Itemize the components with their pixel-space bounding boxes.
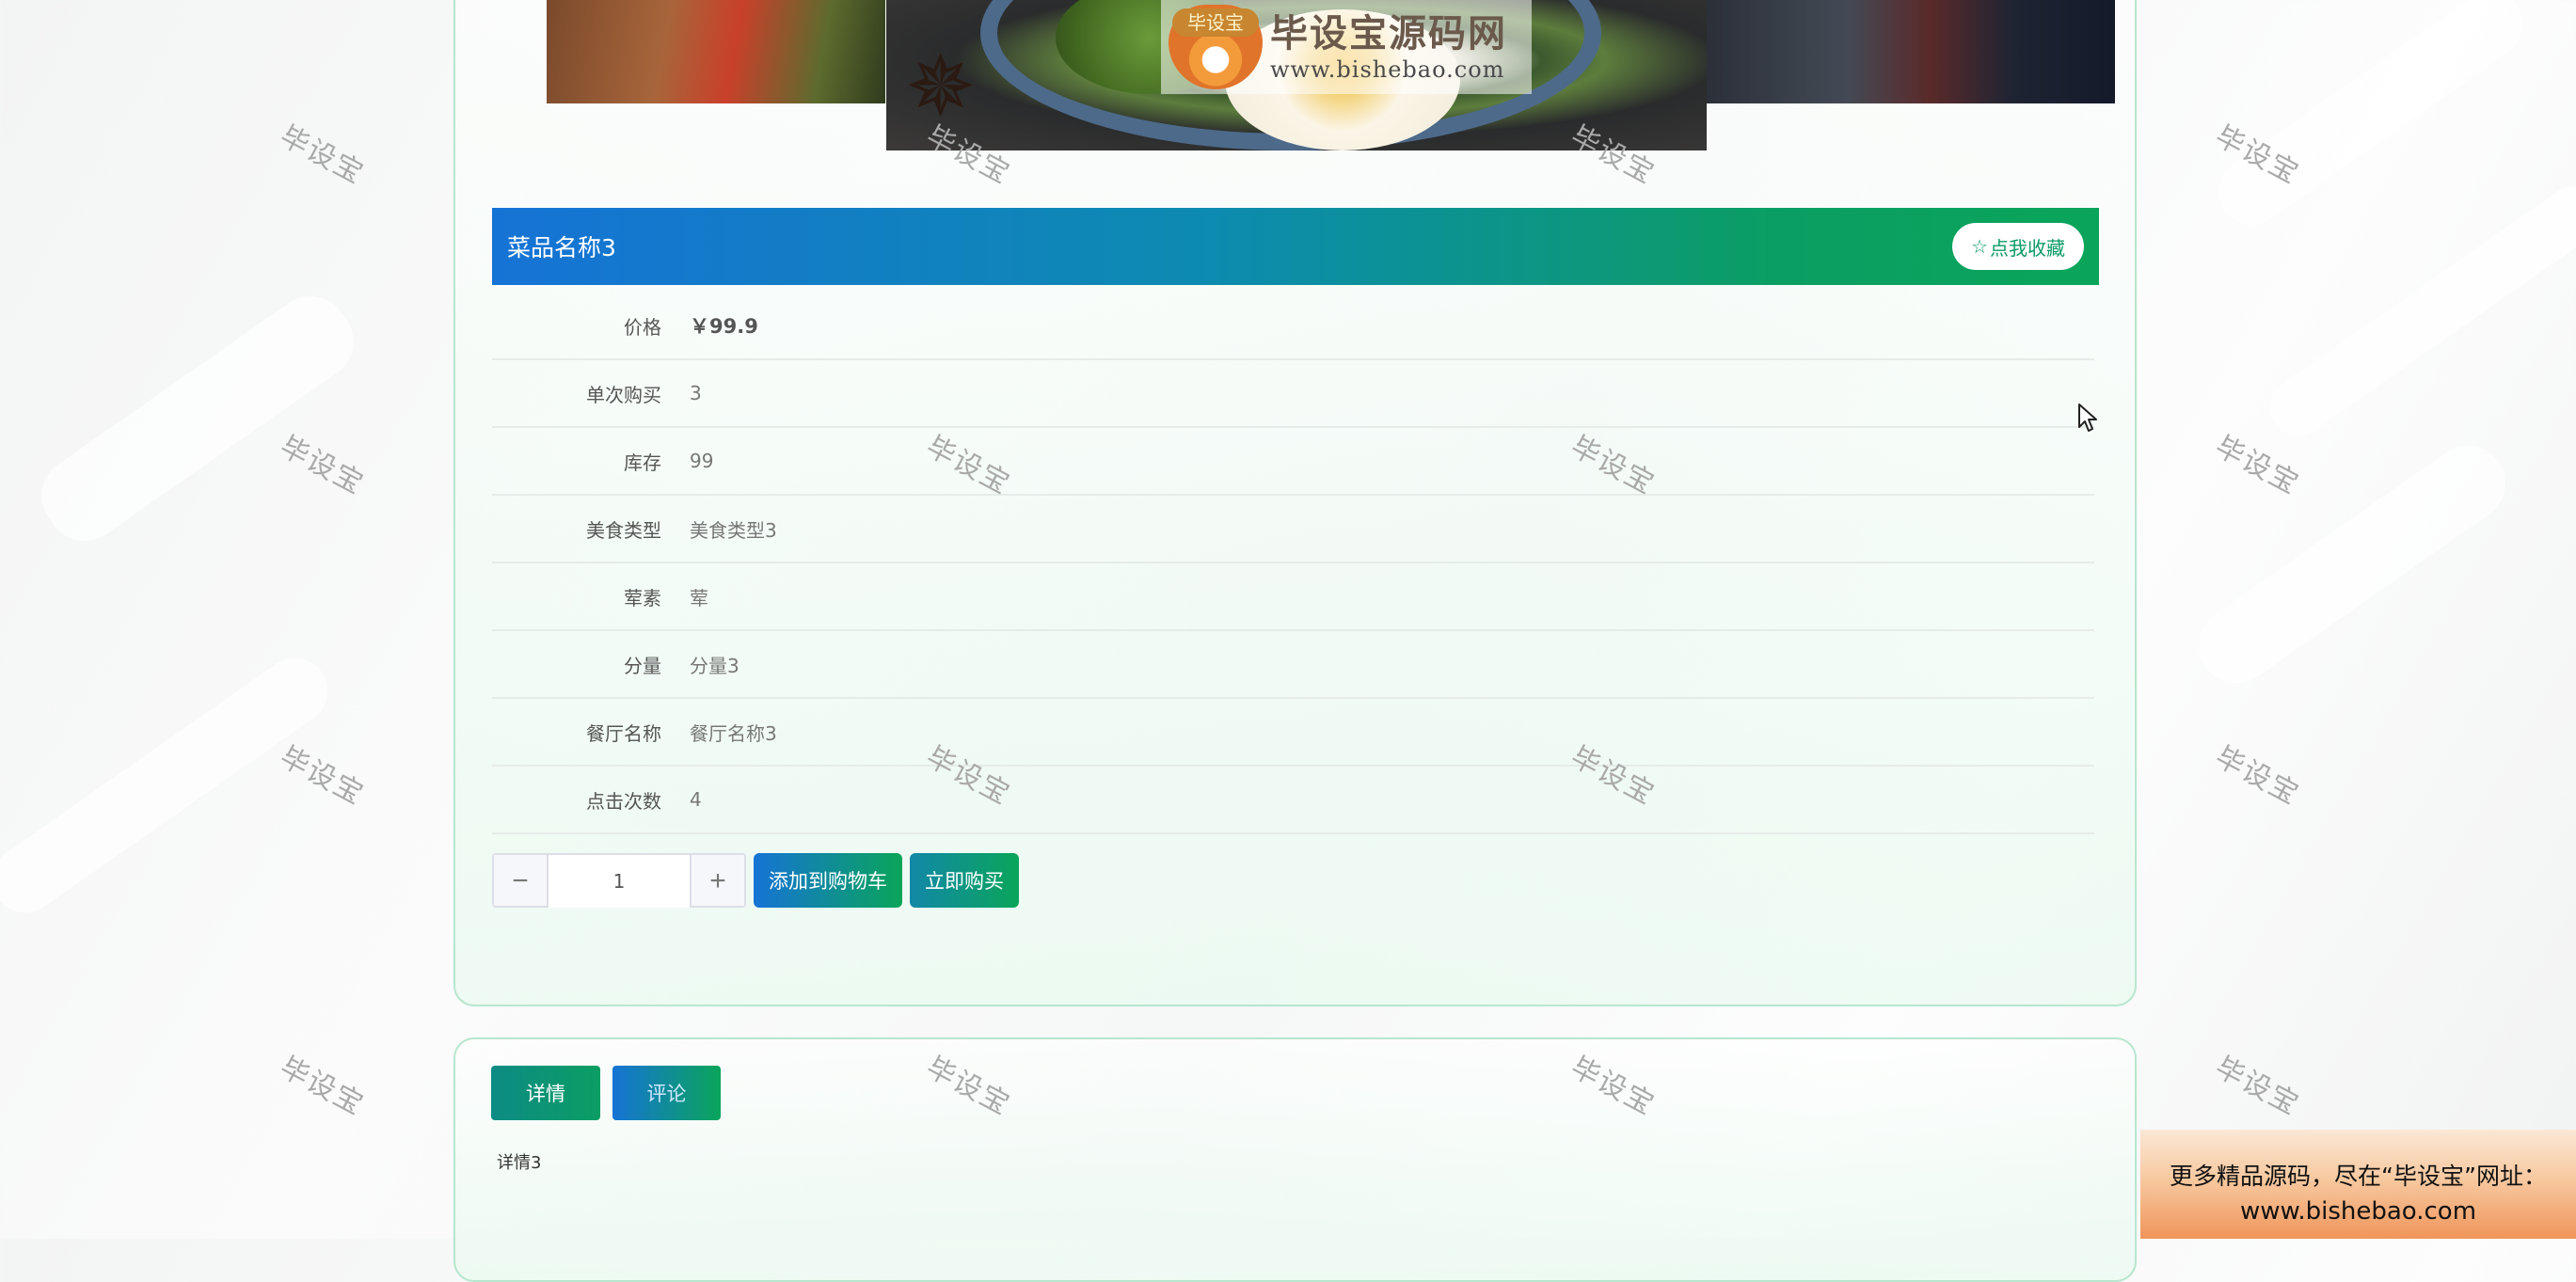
- star-anise-icon: ✵: [905, 38, 977, 136]
- star-outline-icon: ☆: [1971, 235, 1988, 258]
- increment-button[interactable]: +: [690, 855, 744, 906]
- logo-badge: 毕设宝: [1172, 8, 1259, 37]
- background-decoration: [2184, 431, 2520, 698]
- detail-content: 详情3: [497, 1153, 542, 1173]
- promo-url: www.bishebao.com: [2239, 1197, 2477, 1226]
- quantity-input[interactable]: [549, 855, 690, 908]
- info-value: 99: [690, 450, 714, 472]
- info-label: 点击次数: [586, 789, 661, 813]
- plus-icon: +: [709, 865, 726, 896]
- info-value: 4: [690, 788, 702, 811]
- product-info-table: 价格 ￥99.9 单次购买 3 库存 99 美食类型 美食类型3 荤素 荤 分量…: [492, 293, 2094, 834]
- info-label: 分量: [624, 654, 661, 677]
- product-title-bar: 菜品名称3 ☆ 点我收藏: [492, 208, 2099, 285]
- info-label: 荤素: [624, 586, 661, 609]
- info-row-meat-veg: 荤素 荤: [492, 563, 2094, 631]
- watermark: 毕设宝: [274, 119, 370, 192]
- favorite-label: 点我收藏: [1990, 236, 2065, 260]
- background-decoration: [2205, 0, 2536, 238]
- favorite-button[interactable]: ☆ 点我收藏: [1952, 223, 2084, 270]
- info-row-purchase-limit: 单次购买 3: [492, 360, 2094, 428]
- background-decoration: [0, 644, 342, 926]
- info-row-price: 价格 ￥99.9: [492, 293, 2094, 360]
- tab-comment[interactable]: 评论: [612, 1066, 721, 1120]
- carousel-image-prev[interactable]: [547, 0, 885, 103]
- info-value: 餐厅名称3: [690, 721, 777, 745]
- info-label: 库存: [624, 451, 661, 474]
- info-label: 单次购买: [586, 383, 661, 406]
- minus-icon: −: [512, 865, 529, 896]
- carousel-image-next[interactable]: [1703, 0, 2115, 103]
- info-row-portion: 分量 分量3: [492, 631, 2094, 699]
- watermark: 毕设宝: [274, 1051, 370, 1123]
- promo-text: 更多精品源码，尽在“毕设宝”网址：: [2170, 1163, 2547, 1190]
- quantity-stepper: − +: [492, 853, 746, 908]
- info-value: ￥99.9: [690, 315, 758, 338]
- logo-url: www.bishebao.com: [1270, 56, 1505, 83]
- info-value: 美食类型3: [690, 518, 777, 542]
- add-to-cart-button[interactable]: 添加到购物车: [754, 853, 902, 908]
- product-name: 菜品名称3: [507, 234, 616, 261]
- logo-mark-icon: 毕设宝: [1169, 5, 1263, 89]
- watermark: 毕设宝: [2209, 1051, 2305, 1123]
- watermark: 毕设宝: [2209, 740, 2305, 813]
- site-logo: 毕设宝 毕设宝源码网 www.bishebao.com: [1161, 0, 1532, 94]
- info-value: 荤: [690, 586, 708, 609]
- info-row-stock: 库存 99: [492, 428, 2094, 496]
- watermark: 毕设宝: [274, 430, 370, 502]
- info-label: 价格: [624, 315, 661, 339]
- decrement-button[interactable]: −: [494, 855, 549, 906]
- info-value: 3: [690, 382, 702, 404]
- promo-banner[interactable]: 更多精品源码，尽在“毕设宝”网址： www.bishebao.com: [2140, 1130, 2576, 1239]
- watermark: 毕设宝: [274, 740, 370, 813]
- background-decoration: [2258, 173, 2576, 448]
- info-value: 分量3: [690, 654, 739, 677]
- purchase-controls: − + 添加到购物车 立即购买: [492, 853, 1019, 908]
- info-row-click-count: 点击次数 4: [492, 767, 2094, 834]
- info-label: 美食类型: [586, 518, 661, 542]
- info-row-restaurant: 餐厅名称 餐厅名称3: [492, 699, 2094, 767]
- info-row-food-type: 美食类型 美食类型3: [492, 496, 2094, 563]
- buy-now-button[interactable]: 立即购买: [910, 853, 1019, 908]
- tab-detail[interactable]: 详情: [491, 1066, 600, 1120]
- logo-title: 毕设宝源码网: [1270, 12, 1507, 55]
- info-label: 餐厅名称: [586, 721, 661, 745]
- mouse-cursor-icon: [2078, 404, 2097, 432]
- background-decoration: [26, 281, 369, 556]
